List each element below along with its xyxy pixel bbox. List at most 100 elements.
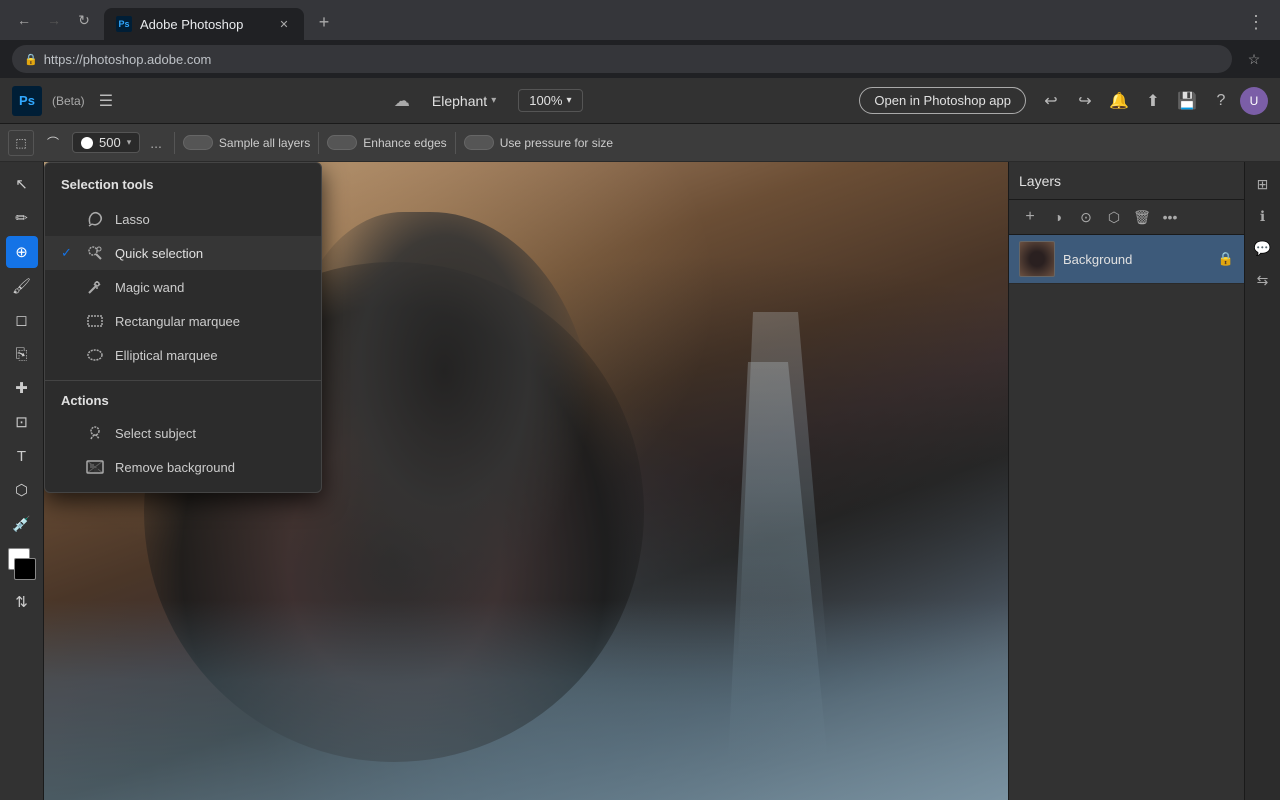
layer-more-options[interactable]: •••: [1157, 204, 1183, 230]
ellipse-marquee-icon: [85, 345, 105, 365]
remove-bg-icon: [85, 457, 105, 477]
elliptical-marquee-item[interactable]: ✓ Elliptical marquee: [45, 338, 321, 372]
tools-panel: ↖ ✏ ⊕ 🖌 ◻ ⎘ ✚ ⊡ T ⬡ 💉 ⇅: [0, 162, 44, 800]
type-tool[interactable]: T: [6, 440, 38, 472]
lasso-tool-btn[interactable]: ⌒: [40, 130, 66, 156]
magic-wand-item[interactable]: ✓ Magic wand: [45, 270, 321, 304]
brush-dot: [81, 137, 93, 149]
select-subject-icon: [85, 423, 105, 443]
lock-icon: 🔒: [24, 53, 38, 66]
sample-all-layers-label: Sample all layers: [219, 136, 310, 150]
adjustment-layer-button[interactable]: ◑: [1045, 204, 1071, 230]
file-name-text: Elephant: [432, 93, 487, 109]
user-avatar[interactable]: U: [1240, 87, 1268, 115]
select-subject-label: Select subject: [115, 426, 196, 441]
quick-selection-tool[interactable]: ⊕: [6, 236, 38, 268]
marquee-tool-btn[interactable]: ⬚: [8, 130, 34, 156]
select-subject-item[interactable]: Select subject: [45, 416, 321, 450]
quick-selection-icon: [85, 243, 105, 263]
ellipse-marquee-check: ✓: [61, 347, 75, 363]
beta-label: (Beta): [52, 94, 85, 108]
smart-object-layer-button[interactable]: ⬡: [1101, 204, 1127, 230]
healing-tool[interactable]: ✚: [6, 372, 38, 404]
selection-tools-section-title: Selection tools: [45, 171, 321, 202]
layer-name: Background: [1063, 252, 1210, 267]
app-container: Ps (Beta) ☰ ☁ Elephant ▾ 100% ▾ Open in …: [0, 78, 1280, 800]
sample-all-layers-switch[interactable]: [183, 135, 213, 150]
zoom-level-text: 100%: [529, 93, 562, 108]
rectangular-marquee-item[interactable]: ✓ Rectangular marquee: [45, 304, 321, 338]
properties-panel-icon[interactable]: ℹ: [1249, 202, 1277, 230]
eraser-tool[interactable]: ◻: [6, 304, 38, 336]
tab-title: Adobe Photoshop: [140, 17, 243, 32]
quick-selection-item[interactable]: ✓ Quick selection: [45, 236, 321, 270]
pen-tool[interactable]: ✏: [6, 202, 38, 234]
lasso-label: Lasso: [115, 212, 150, 227]
layers-toolbar: + ◑ ⊙ ⬡ 🗑 •••: [1009, 200, 1244, 235]
enhance-edges-switch[interactable]: [327, 135, 357, 150]
tab[interactable]: Ps Adobe Photoshop ✕: [104, 8, 304, 40]
lasso-check: ✓: [61, 211, 75, 227]
undo-button[interactable]: ↩: [1036, 86, 1066, 116]
hamburger-menu[interactable]: ☰: [95, 87, 117, 115]
add-layer-button[interactable]: +: [1017, 204, 1043, 230]
address-bar[interactable]: 🔒 https://photoshop.adobe.com: [12, 45, 1232, 73]
tab-close[interactable]: ✕: [276, 16, 292, 32]
right-panel-area: Layers + ◑ ⊙ ⬡ 🗑 •••: [1008, 162, 1280, 800]
chat-icon[interactable]: 💬: [1249, 234, 1277, 262]
magic-wand-icon: [85, 277, 105, 297]
smart-object-tool[interactable]: ⬡: [6, 474, 38, 506]
use-pressure-toggle[interactable]: Use pressure for size: [464, 135, 613, 150]
rect-marquee-label: Rectangular marquee: [115, 314, 240, 329]
toolbar-divider: [174, 132, 175, 154]
open-in-photoshop-button[interactable]: Open in Photoshop app: [859, 87, 1026, 114]
remove-background-item[interactable]: Remove background: [45, 450, 321, 484]
cloud-save-button[interactable]: 💾: [1172, 86, 1202, 116]
crop-tool[interactable]: ⊡: [6, 406, 38, 438]
adjustment-tool[interactable]: ⇅: [6, 586, 38, 618]
use-pressure-switch[interactable]: [464, 135, 494, 150]
eyedropper-tool[interactable]: 💉: [6, 508, 38, 540]
redo-button[interactable]: ↪: [1070, 86, 1100, 116]
brush-size-selector[interactable]: 500 ▾: [72, 132, 140, 153]
chevron-down-icon: ▾: [491, 95, 496, 106]
brush-size-value: 500: [99, 135, 121, 150]
move-tool[interactable]: ↖: [6, 168, 38, 200]
new-tab-button[interactable]: +: [310, 8, 338, 36]
help-button[interactable]: ?: [1206, 86, 1236, 116]
layers-panel-icon[interactable]: ⊞: [1249, 170, 1277, 198]
share-button[interactable]: ⬆: [1138, 86, 1168, 116]
notifications-button[interactable]: 🔔: [1104, 86, 1134, 116]
sample-all-layers-toggle[interactable]: Sample all layers: [183, 135, 310, 150]
bookmark-btn[interactable]: ☆: [1240, 45, 1268, 73]
delete-layer-button[interactable]: 🗑: [1129, 204, 1155, 230]
cloud-icon: ☁: [394, 91, 410, 111]
expand-panel-icon[interactable]: ⇆: [1249, 266, 1277, 294]
rect-marquee-icon: [85, 311, 105, 331]
enhance-edges-toggle[interactable]: Enhance edges: [327, 135, 446, 150]
forward-button[interactable]: →: [40, 6, 68, 34]
color-indicator[interactable]: [6, 548, 38, 580]
back-button[interactable]: ←: [10, 6, 38, 34]
layer-lock-icon: 🔒: [1218, 251, 1234, 267]
clone-stamp-tool[interactable]: ⎘: [6, 338, 38, 370]
brush-tool[interactable]: 🖌: [6, 270, 38, 302]
remove-background-label: Remove background: [115, 460, 235, 475]
zoom-button[interactable]: 100% ▾: [518, 89, 582, 112]
background-layer-item[interactable]: Background 🔒: [1009, 235, 1244, 284]
magic-wand-label: Magic wand: [115, 280, 184, 295]
refresh-button[interactable]: ↻: [70, 6, 98, 34]
background-color[interactable]: [14, 558, 36, 580]
canvas-container: Selection tools ✓ Lasso ✓: [44, 162, 1008, 800]
main-content: ↖ ✏ ⊕ 🖌 ◻ ⎘ ✚ ⊡ T ⬡ 💉 ⇅: [0, 162, 1280, 800]
layer-mask-button[interactable]: ⊙: [1073, 204, 1099, 230]
zoom-chevron-icon: ▾: [566, 95, 571, 106]
layers-list: Background 🔒: [1009, 235, 1244, 800]
file-name-button[interactable]: Elephant ▾: [422, 89, 506, 113]
lasso-item[interactable]: ✓ Lasso: [45, 202, 321, 236]
app-header: Ps (Beta) ☰ ☁ Elephant ▾ 100% ▾ Open in …: [0, 78, 1280, 124]
browser-menu-btn[interactable]: ⋮: [1242, 8, 1270, 36]
brush-chevron-icon: ▾: [127, 137, 132, 148]
more-options-button[interactable]: ...: [146, 131, 166, 155]
ps-logo: Ps: [12, 86, 42, 116]
